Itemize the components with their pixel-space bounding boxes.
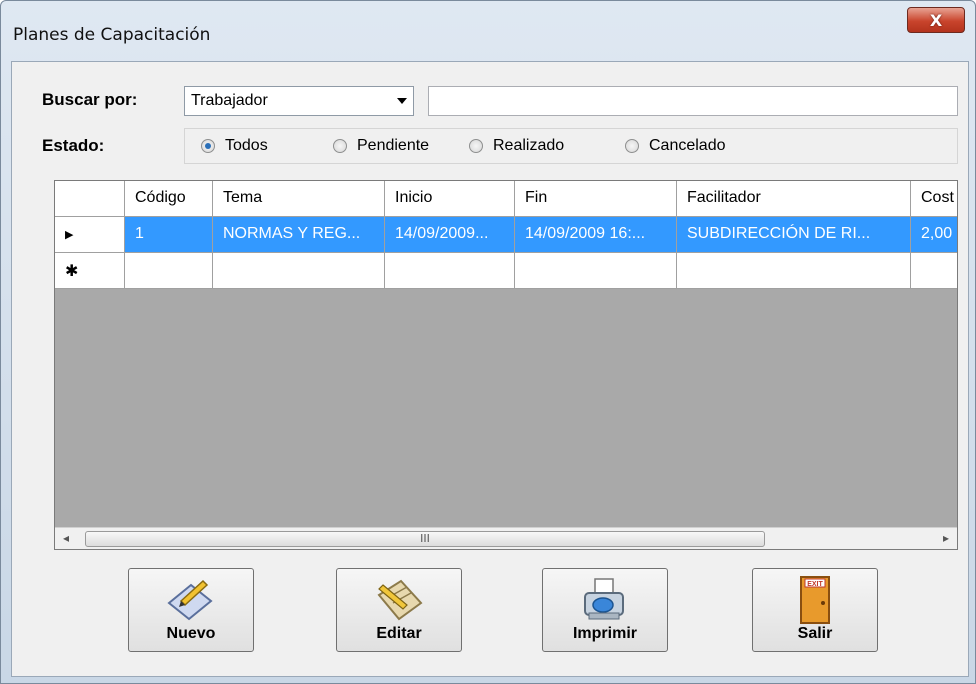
exit-label: Salir (797, 625, 833, 642)
search-input[interactable] (428, 86, 958, 116)
exit-door-icon: EXIT (800, 576, 830, 624)
scroll-thumb[interactable]: III (85, 531, 765, 547)
dropdown-arrow-icon (397, 98, 407, 104)
row-selector[interactable]: ▶ (55, 217, 125, 253)
new-button[interactable]: Nuevo (128, 568, 254, 652)
radio-icon (469, 139, 483, 153)
table-cell[interactable] (213, 253, 385, 289)
scroll-grip: III (420, 532, 430, 545)
exit-button[interactable]: EXIT Salir (752, 568, 878, 652)
edit-button[interactable]: Editar (336, 568, 462, 652)
window-title: Planes de Capacitación (13, 25, 211, 45)
table-cell[interactable] (911, 253, 957, 289)
table-cell[interactable] (677, 253, 911, 289)
column-header[interactable]: Inicio (385, 181, 515, 217)
table-cell[interactable] (515, 253, 677, 289)
pencil-icon (167, 579, 213, 621)
title-bar: Planes de Capacitación X (1, 1, 976, 61)
scroll-left-icon[interactable]: ◂ (63, 531, 69, 545)
column-header[interactable]: Fin (515, 181, 677, 217)
table-cell[interactable] (125, 253, 213, 289)
scroll-right-icon[interactable]: ▸ (943, 531, 949, 545)
close-button[interactable]: X (907, 7, 965, 33)
search-by-value: Trabajador (191, 92, 268, 109)
data-grid[interactable]: Código Tema Inicio Fin Facilitador Cost … (54, 180, 958, 550)
window-frame: Planes de Capacitación X Buscar por: Tra… (0, 0, 976, 684)
table-cell[interactable] (385, 253, 515, 289)
new-row[interactable]: ✱ (55, 253, 957, 289)
print-label: Imprimir (572, 625, 637, 642)
row-header-corner (55, 181, 125, 217)
radio-label: Todos (225, 137, 268, 154)
radio-todos[interactable]: Todos (201, 137, 268, 155)
table-cell[interactable]: 14/09/2009 16:... (515, 217, 677, 253)
radio-icon (625, 139, 639, 153)
table-cell[interactable]: SUBDIRECCIÓN DE RI... (677, 217, 911, 253)
edit-label: Editar (376, 625, 422, 642)
state-radio-group: Todos Pendiente Realizado Cancelado (184, 128, 958, 164)
column-header[interactable]: Código (125, 181, 213, 217)
radio-selected-icon (201, 139, 215, 153)
radio-realizado[interactable]: Realizado (469, 137, 564, 155)
edit-document-icon (377, 579, 423, 621)
search-by-dropdown[interactable]: Trabajador (184, 86, 414, 116)
table-cell[interactable]: 14/09/2009... (385, 217, 515, 253)
radio-icon (333, 139, 347, 153)
column-header[interactable]: Facilitador (677, 181, 911, 217)
radio-cancelado[interactable]: Cancelado (625, 137, 726, 155)
table-cell[interactable]: 2,00 (911, 217, 957, 253)
radio-label: Cancelado (649, 137, 726, 154)
table-cell[interactable]: 1 (125, 217, 213, 253)
exit-sign-text: EXIT (807, 581, 823, 588)
new-label: Nuevo (166, 625, 216, 642)
row-selector[interactable]: ✱ (55, 253, 125, 289)
state-label: Estado: (42, 136, 105, 155)
form-client-area: Buscar por: Trabajador Estado: Todos Pen… (11, 61, 969, 677)
radio-label: Pendiente (357, 137, 430, 154)
close-icon: X (929, 10, 943, 30)
radio-label: Realizado (493, 137, 565, 154)
print-button[interactable]: Imprimir (542, 568, 668, 652)
column-header[interactable]: Tema (213, 181, 385, 217)
table-row[interactable]: ▶ 1 NORMAS Y REG... 14/09/2009... 14/09/… (55, 217, 957, 253)
horizontal-scrollbar[interactable]: ◂ III ▸ (55, 527, 957, 549)
search-by-label: Buscar por: (42, 90, 138, 109)
grid-header-row: Código Tema Inicio Fin Facilitador Cost (55, 181, 957, 217)
current-row-icon: ▶ (65, 229, 74, 241)
table-cell[interactable]: NORMAS Y REG... (213, 217, 385, 253)
printer-icon (584, 578, 624, 620)
radio-pendiente[interactable]: Pendiente (333, 137, 429, 155)
new-row-icon: ✱ (65, 263, 79, 280)
column-header[interactable]: Cost (911, 181, 957, 217)
